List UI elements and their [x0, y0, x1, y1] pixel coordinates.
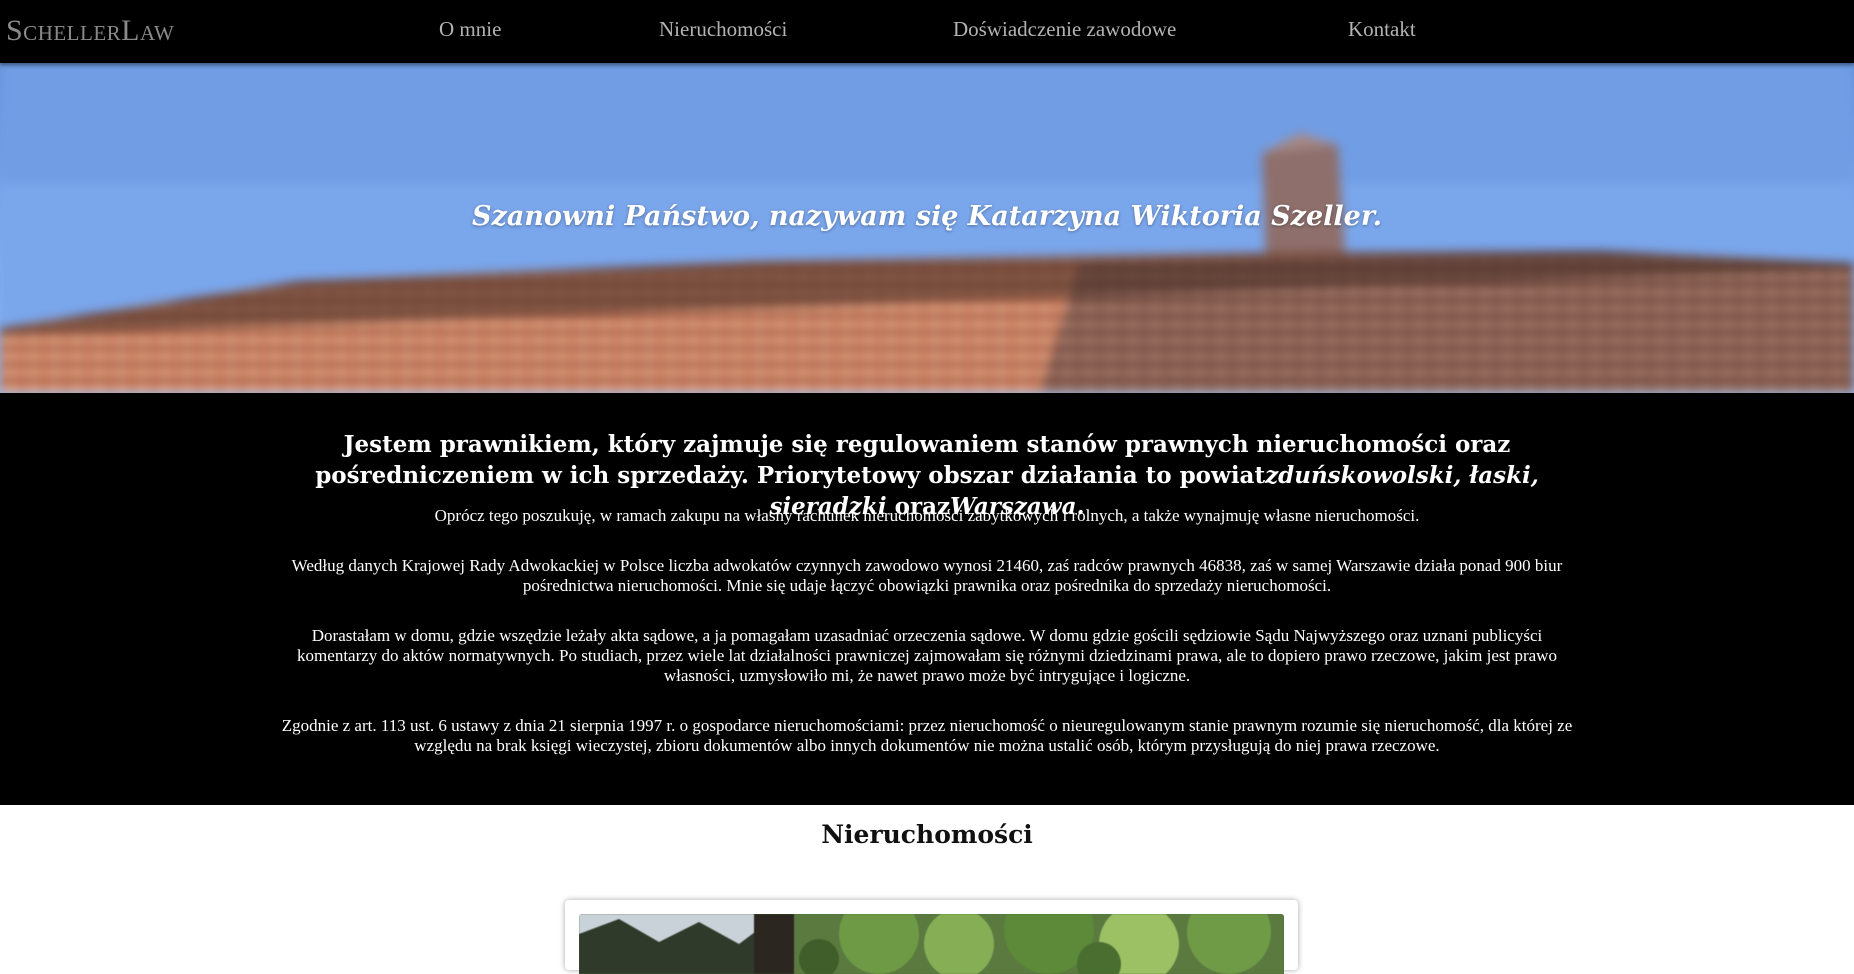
about-paragraph-1: Oprócz tego poszukuję, w ramach zakupu n… [434, 506, 1420, 525]
hero-banner: Szanowni Państwo, nazywam się Katarzyna … [0, 63, 1854, 393]
about-paragraph-2: Według danych Krajowej Rady Adwokackiej … [291, 556, 1563, 595]
about-section: Jestem prawnikiem, który zajmuje się reg… [0, 393, 1854, 805]
about-paragraph-3: Dorastałam w domu, gdzie wszędzie leżały… [297, 626, 1557, 685]
site-logo[interactable]: SchellerLaw [6, 14, 174, 48]
nav-link-doswiadczenie[interactable]: Doświadczenie zawodowe [953, 17, 1176, 42]
nav-link-kontakt[interactable]: Kontakt [1348, 17, 1416, 42]
about-paragraph-4: Zgodnie z art. 113 ust. 6 ustawy z dnia … [281, 716, 1573, 755]
nav-link-o-mnie[interactable]: O mnie [439, 17, 501, 42]
property-card[interactable] [565, 900, 1298, 974]
properties-title: Nieruchomości [821, 820, 1033, 849]
top-navbar: SchellerLaw O mnie Nieruchomości Doświad… [0, 0, 1854, 63]
hero-title: Szanowni Państwo, nazywam się Katarzyna … [471, 201, 1383, 232]
property-image[interactable] [579, 914, 1284, 974]
nav-link-nieruchomosci[interactable]: Nieruchomości [659, 17, 787, 42]
